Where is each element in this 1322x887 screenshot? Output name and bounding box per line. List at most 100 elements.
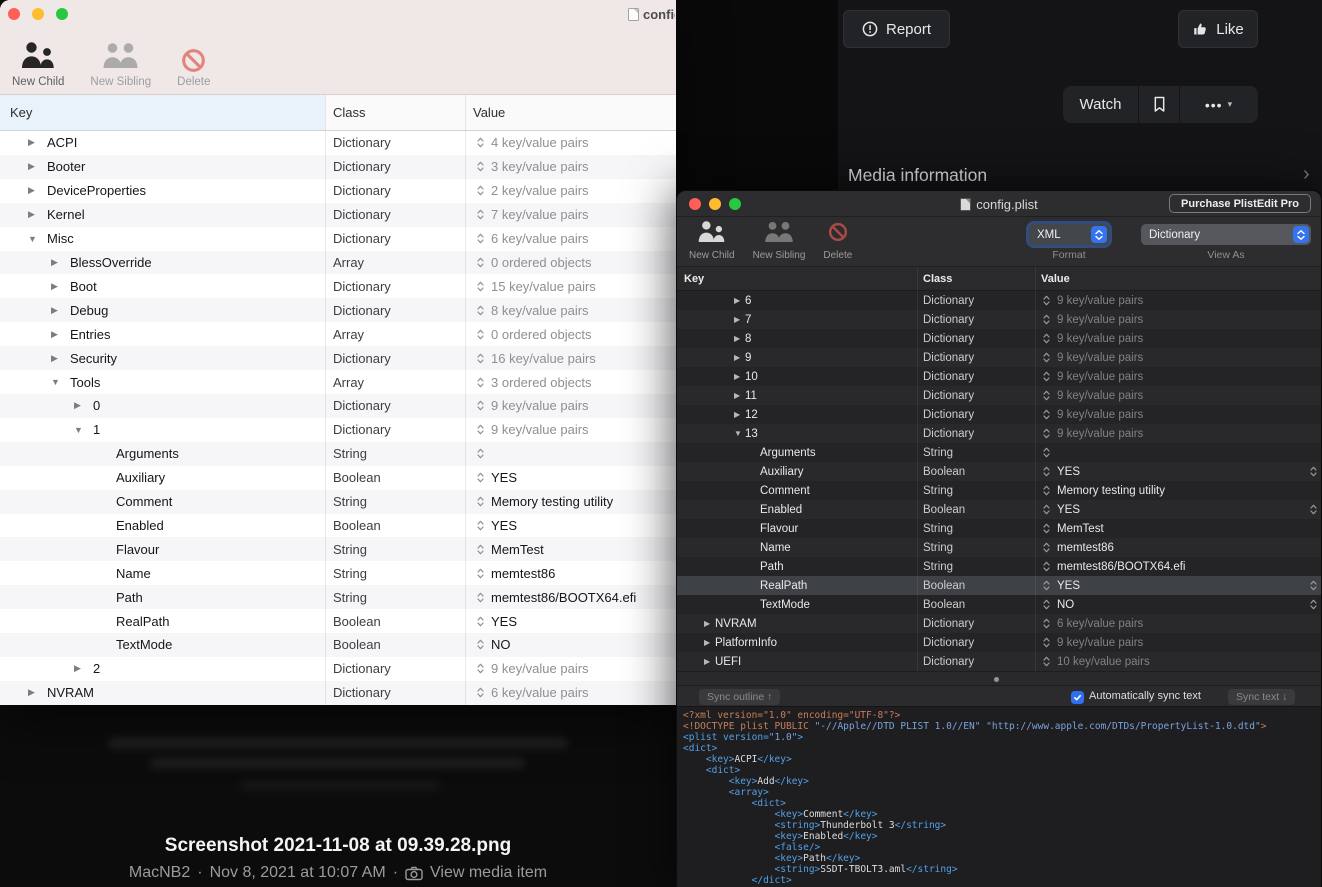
value-stepper-icon[interactable] — [1043, 656, 1050, 667]
value-stepper-icon[interactable] — [477, 592, 484, 603]
value-stepper-icon[interactable] — [1043, 618, 1050, 629]
value-stepper-icon[interactable] — [1043, 561, 1050, 572]
right-plist-row-12[interactable]: ▶ 12 Dictionary 9 key/value pairs — [677, 405, 1321, 424]
left-plist-row-Booter[interactable]: ▶ Booter Dictionary 3 key/value pairs — [0, 154, 676, 179]
column-header-key[interactable]: Key — [0, 95, 325, 130]
class-cell[interactable]: Boolean — [917, 580, 1035, 592]
class-cell[interactable]: Boolean — [325, 637, 465, 652]
disclosure-collapsed-icon[interactable]: ▶ — [734, 296, 745, 305]
class-cell[interactable]: Dictionary — [917, 352, 1035, 364]
value-stepper-icon[interactable] — [1043, 485, 1050, 496]
disclosure-expanded-icon[interactable]: ▼ — [734, 429, 745, 438]
value-stepper-icon[interactable] — [1043, 523, 1050, 534]
value-stepper-icon[interactable] — [477, 520, 484, 531]
class-cell[interactable]: Dictionary — [917, 390, 1035, 402]
left-plist-row-Flavour[interactable]: Flavour String MemTest — [0, 537, 676, 562]
view-media-item-link[interactable]: View media item — [430, 864, 547, 882]
class-cell[interactable]: Dictionary — [325, 159, 465, 174]
class-cell[interactable]: String — [325, 542, 465, 557]
left-plist-row-ACPI[interactable]: ▶ ACPI Dictionary 4 key/value pairs — [0, 131, 676, 155]
class-cell[interactable]: Boolean — [917, 504, 1035, 516]
value-stepper-icon[interactable] — [477, 663, 484, 674]
new-child-button[interactable]: New Child — [689, 221, 735, 261]
right-plist-row-NVRAM[interactable]: ▶ NVRAM Dictionary 6 key/value pairs — [677, 614, 1321, 633]
disclosure-collapsed-icon[interactable]: ▶ — [704, 619, 715, 628]
right-plist-row-Flavour[interactable]: Flavour String MemTest — [677, 519, 1321, 538]
value-stepper-icon[interactable] — [1043, 580, 1050, 591]
left-plist-row-Enabled[interactable]: Enabled Boolean YES — [0, 514, 676, 538]
pane-splitter[interactable] — [677, 671, 1321, 685]
disclosure-collapsed-icon[interactable]: ▶ — [734, 334, 745, 343]
value-stepper-icon[interactable] — [1043, 390, 1050, 401]
right-plist-row-Arguments[interactable]: Arguments String — [677, 443, 1321, 462]
disclosure-collapsed-icon[interactable]: ▶ — [734, 391, 745, 400]
new-sibling-button[interactable]: New Sibling — [90, 42, 151, 88]
class-cell[interactable]: Dictionary — [325, 398, 465, 413]
disclosure-collapsed-icon[interactable]: ▶ — [734, 410, 745, 419]
splitter-handle[interactable] — [994, 677, 999, 682]
class-cell[interactable]: Dictionary — [917, 314, 1035, 326]
class-cell[interactable]: Array — [325, 327, 465, 342]
value-stepper-icon[interactable] — [477, 544, 484, 555]
class-cell[interactable]: Array — [325, 255, 465, 270]
right-window-titlebar[interactable]: config.plist Purchase PlistEdit Pro — [677, 191, 1321, 217]
left-plist-row-Kernel[interactable]: ▶ Kernel Dictionary 7 key/value pairs — [0, 202, 676, 227]
value-stepper-icon[interactable] — [1043, 409, 1050, 420]
column-header-class[interactable]: Class — [917, 273, 1035, 285]
column-header-class[interactable]: Class — [325, 105, 465, 120]
left-plist-row-Arguments[interactable]: Arguments String — [0, 441, 676, 466]
class-cell[interactable]: Dictionary — [917, 371, 1035, 383]
xml-source-view[interactable]: <?xml version="1.0" encoding="UTF-8"?> <!… — [677, 707, 1321, 887]
disclosure-collapsed-icon[interactable]: ▶ — [28, 137, 47, 148]
disclosure-collapsed-icon[interactable]: ▶ — [734, 315, 745, 324]
value-stepper-icon[interactable] — [477, 400, 484, 411]
class-cell[interactable]: Dictionary — [325, 207, 465, 222]
disclosure-collapsed-icon[interactable]: ▶ — [704, 638, 715, 647]
left-plist-row-0[interactable]: ▶ 0 Dictionary 9 key/value pairs — [0, 393, 676, 418]
disclosure-expanded-icon[interactable]: ▼ — [74, 425, 93, 435]
class-cell[interactable]: Dictionary — [325, 135, 465, 150]
like-button[interactable]: Like — [1178, 10, 1258, 48]
class-cell[interactable]: String — [917, 561, 1035, 573]
value-stepper-icon[interactable] — [1043, 295, 1050, 306]
right-plist-row-7[interactable]: ▶ 7 Dictionary 9 key/value pairs — [677, 310, 1321, 329]
left-plist-row-Boot[interactable]: ▶ Boot Dictionary 15 key/value pairs — [0, 274, 676, 298]
value-stepper-icon[interactable] — [477, 305, 484, 316]
left-plist-row-Misc[interactable]: ▼ Misc Dictionary 6 key/value pairs — [0, 227, 676, 251]
right-plist-row-6[interactable]: ▶ 6 Dictionary 9 key/value pairs — [677, 291, 1321, 310]
value-stepper-icon[interactable] — [1043, 542, 1050, 553]
right-plist-row-TextMode[interactable]: TextMode Boolean NO — [677, 595, 1321, 614]
new-child-button[interactable]: New Child — [12, 42, 64, 88]
class-cell[interactable]: Dictionary — [325, 661, 465, 676]
right-plist-row-Auxiliary[interactable]: Auxiliary Boolean YES — [677, 462, 1321, 481]
disclosure-collapsed-icon[interactable]: ▶ — [704, 657, 715, 666]
value-stepper-icon[interactable] — [477, 496, 484, 507]
value-stepper-icon[interactable] — [1043, 504, 1050, 515]
class-cell[interactable]: Boolean — [917, 466, 1035, 478]
class-cell[interactable]: Dictionary — [325, 303, 465, 318]
class-cell[interactable]: Dictionary — [917, 637, 1035, 649]
value-stepper-icon[interactable] — [477, 687, 484, 698]
class-cell[interactable]: Dictionary — [325, 279, 465, 294]
disclosure-collapsed-icon[interactable]: ▶ — [51, 305, 70, 316]
class-cell[interactable]: Array — [325, 375, 465, 390]
right-plist-row-10[interactable]: ▶ 10 Dictionary 9 key/value pairs — [677, 367, 1321, 386]
right-plist-row-9[interactable]: ▶ 9 Dictionary 9 key/value pairs — [677, 348, 1321, 367]
class-cell[interactable]: Dictionary — [325, 183, 465, 198]
column-header-value[interactable]: Value — [1035, 273, 1321, 285]
class-cell[interactable]: Dictionary — [325, 351, 465, 366]
value-stepper-icon[interactable] — [477, 257, 484, 268]
right-plist-row-Name[interactable]: Name String memtest86 — [677, 538, 1321, 557]
value-stepper-icon[interactable] — [477, 329, 484, 340]
right-plist-row-Comment[interactable]: Comment String Memory testing utility — [677, 481, 1321, 500]
right-plist-row-RealPath[interactable]: RealPath Boolean YES — [677, 576, 1321, 595]
format-popup[interactable]: XML — [1029, 224, 1109, 245]
disclosure-collapsed-icon[interactable]: ▶ — [51, 353, 70, 364]
left-plist-row-BlessOverride[interactable]: ▶ BlessOverride Array 0 ordered objects — [0, 250, 676, 275]
boolean-popup-stepper-icon[interactable] — [1310, 580, 1317, 591]
value-stepper-icon[interactable] — [477, 616, 484, 627]
column-header-value[interactable]: Value — [465, 105, 676, 120]
value-stepper-icon[interactable] — [1043, 352, 1050, 363]
value-stepper-icon[interactable] — [477, 377, 484, 388]
delete-button[interactable]: Delete — [823, 222, 852, 261]
